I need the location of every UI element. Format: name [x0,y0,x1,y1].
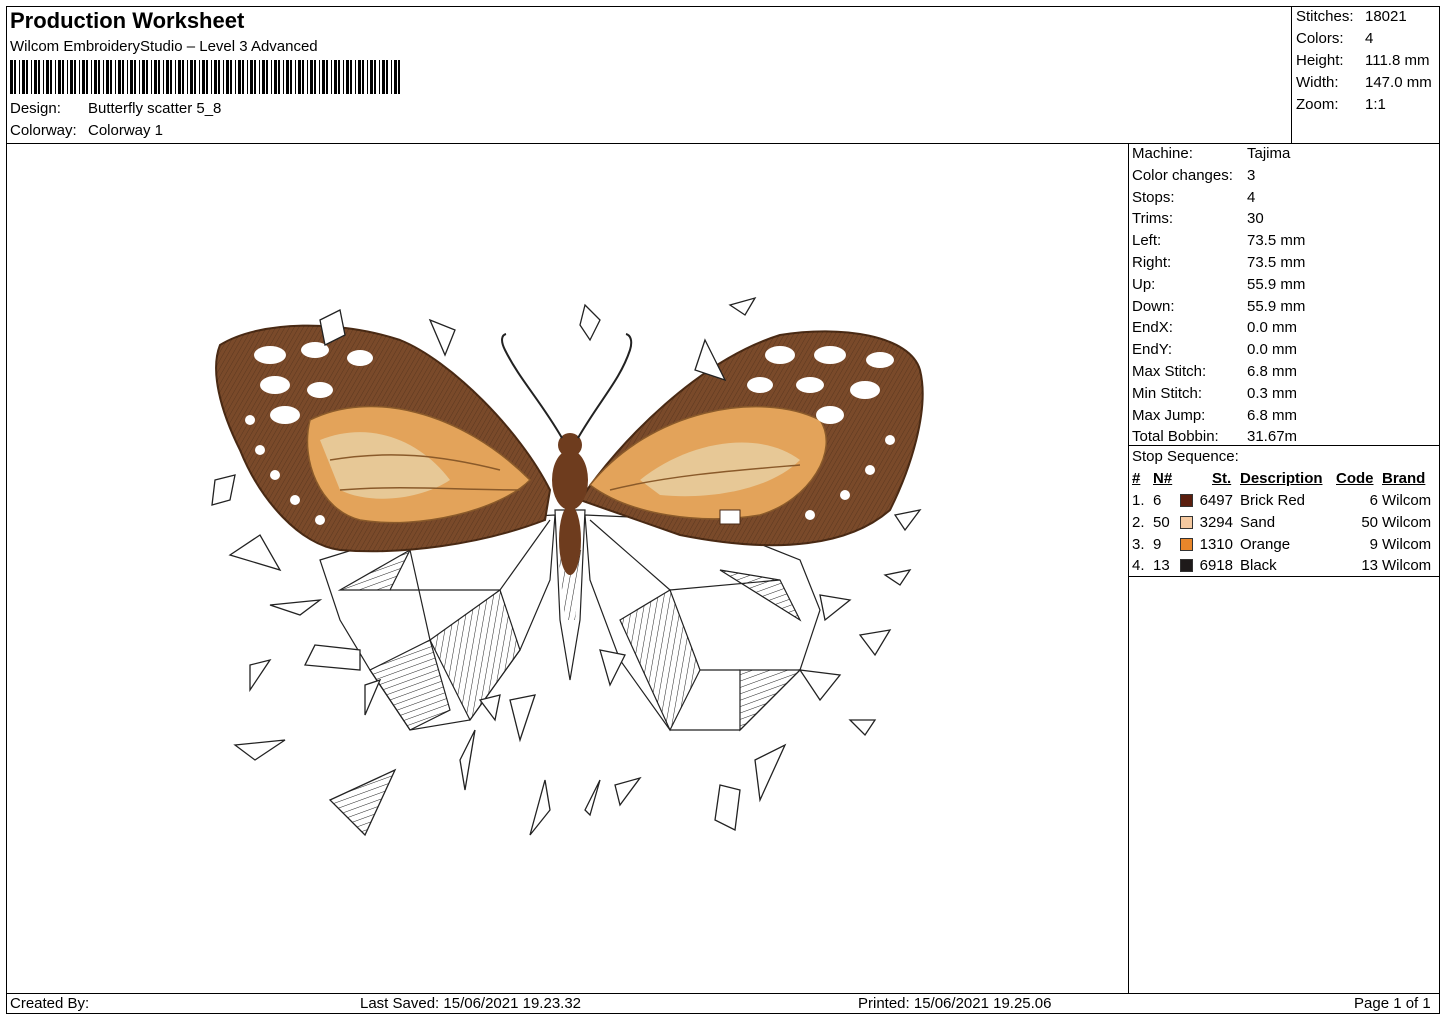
machine-info-label: Machine: [1132,145,1193,162]
seq-row-brand: Wilcom [1382,513,1432,531]
summary-value: 147.0 mm [1365,74,1432,91]
seq-row-num: 3. [1132,535,1145,553]
machine-info-label: EndX: [1132,319,1173,337]
info-divider [1128,445,1440,446]
summary-label: Height: [1296,52,1344,69]
seq-header-code: Code [1336,470,1374,487]
summary-value: 1:1 [1365,96,1386,113]
upper-left-wing [215,324,552,553]
seq-row-needle: 9 [1153,535,1162,553]
seq-row-needle: 50 [1153,513,1170,531]
machine-info-label: Stops: [1132,188,1175,206]
thread-color-swatch [1180,494,1193,507]
seq-row-code: 6 [1369,492,1378,509]
summary-label: Colors: [1296,30,1344,47]
seq-row-stitches: 3294 [1199,513,1233,531]
machine-info-label: Down: [1132,297,1175,315]
machine-info-value: 4 [1247,188,1256,206]
machine-info-label: Trims: [1132,210,1174,228]
machine-info-value: 55.9 mm [1247,297,1306,315]
header-divider [6,143,1440,144]
seq-row-num: 4. [1132,557,1145,575]
machine-info-label: Min Stitch: [1132,384,1203,402]
summary-label: Zoom: [1296,96,1339,113]
seq-header-n: N# [1153,470,1173,487]
seq-divider [1128,576,1440,577]
summary-value: 4 [1365,30,1374,47]
machine-info-value: 55.9 mm [1247,275,1306,293]
summary-label: Width: [1296,74,1339,91]
seq-header-num: # [1132,470,1141,487]
colorway-label: Colorway: [10,122,77,139]
seq-row-description: Black [1240,557,1277,575]
seq-row-stitches: 1310 [1199,535,1233,553]
thread-color-swatch [1180,559,1193,573]
last-saved: Last Saved: 15/06/2021 19.23.32 [360,995,582,1012]
design-label: Design: [10,100,61,117]
machine-info-value: Tajima [1247,145,1291,162]
footer-divider [6,993,1440,994]
seq-row-stitches: 6918 [1199,557,1233,575]
seq-row-num: 2. [1132,513,1145,531]
created-by: Created By: [10,995,90,1012]
thread-color-swatch [1180,537,1193,551]
seq-row-num: 1. [1132,492,1145,509]
thread-color-swatch [1180,515,1193,529]
summary-label: Stitches: [1296,8,1354,25]
machine-info-value: 3 [1247,166,1256,184]
seq-row-needle: 6 [1153,492,1162,509]
machine-info-label: Color changes: [1132,166,1233,184]
machine-info-value: 30 [1247,210,1264,228]
seq-header-st: St. [1212,470,1232,487]
seq-row-code: 9 [1369,535,1378,553]
seq-header-description: Description [1240,470,1323,487]
machine-info-label: Up: [1132,275,1156,293]
machine-info-label: EndY: [1132,341,1173,359]
machine-info-value: 73.5 mm [1247,254,1306,271]
machine-info-value: 0.0 mm [1247,319,1298,337]
seq-row-brand: Wilcom [1382,535,1432,553]
upper-right-wing [578,330,924,547]
info-panel-divider [1128,143,1129,994]
antenna-left [501,333,563,439]
antenna-right [577,333,633,439]
seq-row-stitches: 6497 [1199,492,1233,509]
machine-info-label: Left: [1132,232,1162,250]
machine-info-label: Right: [1132,254,1172,271]
summary-value: 18021 [1365,8,1407,25]
machine-info-value: 0.3 mm [1247,384,1298,402]
seq-row-needle: 13 [1153,557,1170,575]
stop-sequence-title: Stop Sequence: [1132,448,1239,465]
seq-row-description: Sand [1240,513,1276,531]
machine-info-value: 6.8 mm [1247,406,1298,424]
machine-info-value: 6.8 mm [1247,363,1298,380]
seq-row-description: Brick Red [1240,492,1306,509]
machine-info-value: 31.67m [1247,428,1298,446]
body-thorax [552,450,588,510]
seq-row-brand: Wilcom [1382,557,1432,575]
seq-row-code: 13 [1361,557,1378,575]
machine-info-label: Max Stitch: [1132,363,1207,380]
design-preview [211,296,924,837]
colorway-value: Colorway 1 [88,122,164,139]
seq-row-brand: Wilcom [1382,492,1432,509]
software-name: Wilcom EmbroideryStudio – Level 3 Advanc… [10,38,318,55]
summary-divider [1291,6,1292,144]
seq-row-code: 50 [1361,513,1378,531]
summary-value: 111.8 mm [1365,52,1430,69]
page-number: Page 1 of 1 [1354,995,1431,1012]
lower-right-wing [584,514,821,732]
machine-info-label: Total Bobbin: [1132,428,1219,446]
design-value: Butterfly scatter 5_8 [88,100,222,117]
machine-info-value: 0.0 mm [1247,341,1298,359]
machine-info-value: 73.5 mm [1247,232,1306,250]
printed-date: Printed: 15/06/2021 19.25.06 [858,995,1052,1012]
barcode [10,60,400,94]
seq-header-brand: Brand [1382,470,1426,487]
page-title: Production Worksheet [10,8,245,33]
seq-row-description: Orange [1240,535,1291,553]
machine-info-label: Max Jump: [1132,406,1206,424]
